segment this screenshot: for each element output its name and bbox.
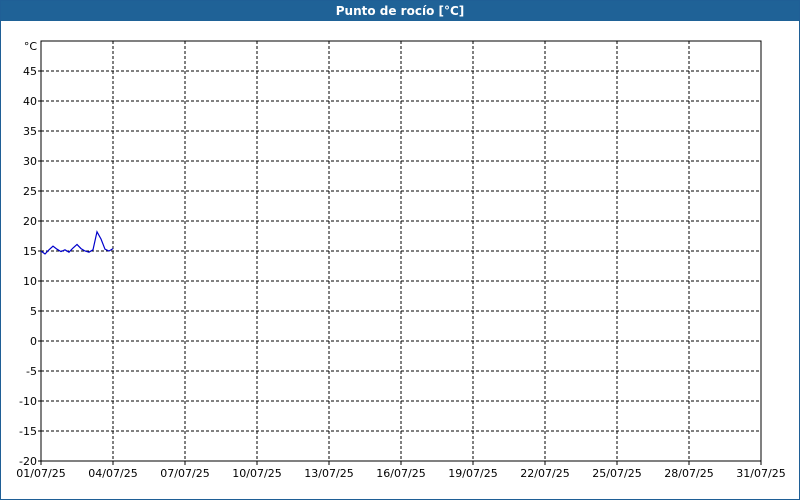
y-tick-label: 45 — [23, 65, 37, 78]
x-tick-label: 13/07/25 — [304, 467, 353, 480]
y-tick-label: 30 — [23, 155, 37, 168]
y-tick-label: 0 — [30, 335, 37, 348]
y-tick-label: 15 — [23, 245, 37, 258]
y-tick-label: 10 — [23, 275, 37, 288]
x-tick-label: 01/07/25 — [16, 467, 65, 480]
x-tick-label: 16/07/25 — [376, 467, 425, 480]
dew-point-chart: -20-15-10-5051015202530354045°C01/07/25 0… — [16, 40, 785, 480]
x-tick-label: 07/07/25 — [160, 467, 209, 480]
y-tick-label: 20 — [23, 215, 37, 228]
chart-window: Punto de rocío [°C] -20 -15 -10 -5 0 5 10 15 20 2… — [0, 0, 800, 500]
x-tick-label: 10/07/25 — [232, 467, 281, 480]
y-tick-label: 40 — [23, 95, 37, 108]
y-tick-label: 5 — [30, 305, 37, 318]
y-tick-label: -10 — [19, 395, 37, 408]
x-tick-label: 19/07/25 — [448, 467, 497, 480]
y-axis-unit-label: °C — [24, 40, 38, 53]
y-tick-label: -15 — [19, 425, 37, 438]
x-tick-label: 31/07/25 — [736, 467, 785, 480]
x-tick-label: 28/07/25 — [664, 467, 713, 480]
x-tick-label: 04/07/25 — [88, 467, 137, 480]
x-tick-label: 22/07/25 — [520, 467, 569, 480]
y-tick-label: 25 — [23, 185, 37, 198]
y-tick-label: 35 — [23, 125, 37, 138]
y-tick-label: -5 — [26, 365, 37, 378]
x-tick-label: 25/07/25 — [592, 467, 641, 480]
